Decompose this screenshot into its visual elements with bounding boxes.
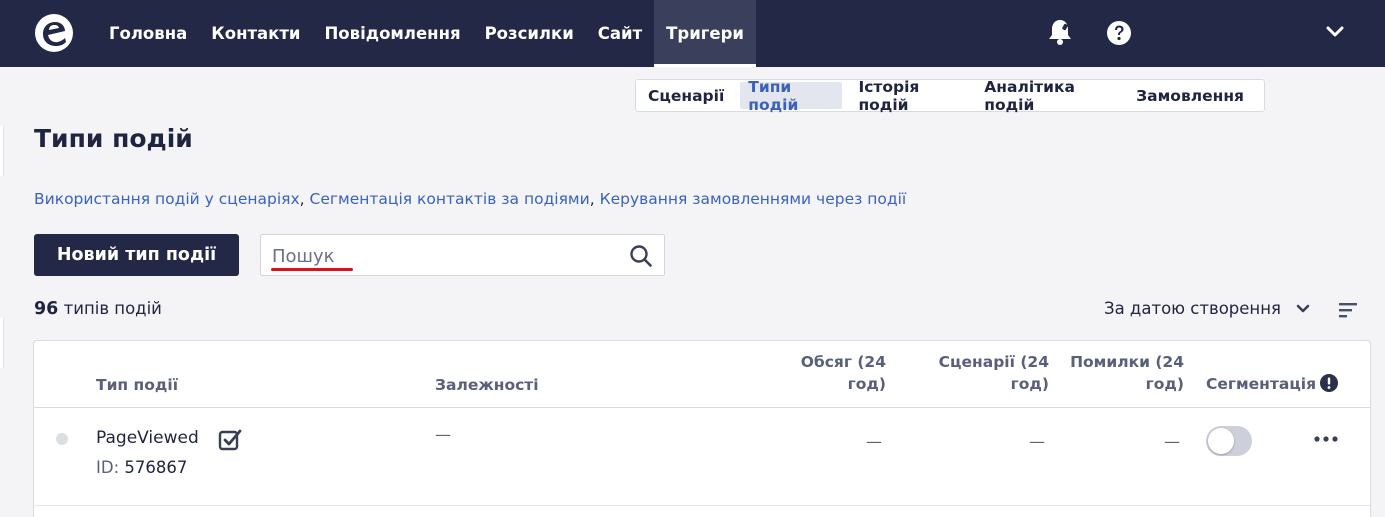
- sort-lines-icon[interactable]: [1339, 302, 1357, 318]
- sort-label: За датою створення: [1104, 299, 1281, 318]
- info-icon[interactable]: [1320, 374, 1339, 392]
- column-header-scenarios[interactable]: Сценарії (24 год): [929, 351, 1049, 395]
- event-name[interactable]: PageViewed: [96, 428, 199, 448]
- logo-icon[interactable]: [33, 12, 75, 54]
- volume-cell: —: [866, 432, 882, 451]
- search-input[interactable]: [272, 243, 622, 269]
- left-edge-panel: [0, 126, 4, 176]
- page-title: Типи подій: [34, 124, 193, 153]
- event-type-count: 96 типів подій: [34, 299, 162, 319]
- event-id-value: 576867: [124, 458, 188, 477]
- column-header-event-type[interactable]: Тип події: [96, 374, 178, 396]
- nav-item-triggers[interactable]: Тригери: [654, 0, 756, 67]
- nav-item-site[interactable]: Сайт: [586, 0, 654, 67]
- column-header-volume[interactable]: Обсяг (24 год): [786, 351, 886, 395]
- triggers-subtabs: Сценарії Типи подій Історія подій Аналіт…: [635, 78, 1265, 114]
- segmentation-toggle[interactable]: [1206, 426, 1252, 456]
- dependencies-cell: —: [435, 425, 451, 444]
- tab-event-types[interactable]: Типи подій: [740, 78, 843, 114]
- nav-item-home[interactable]: Головна: [97, 0, 199, 67]
- new-event-type-button[interactable]: Новий тип події: [34, 234, 239, 276]
- column-header-errors[interactable]: Помилки (24 год): [1064, 351, 1184, 395]
- event-id-label: ID:: [96, 458, 120, 477]
- column-header-segmentation: Сегментація: [1206, 373, 1339, 395]
- search-box: [260, 234, 665, 276]
- header-divider: [34, 407, 1370, 408]
- header-line: Сценарії (24: [938, 353, 1049, 371]
- event-id: ID: 576867: [96, 458, 187, 477]
- top-navigation-bar: Головна Контакти Повідомлення Розсилки С…: [0, 0, 1385, 67]
- tab-orders[interactable]: Замовлення: [1128, 82, 1252, 109]
- header-line: Обсяг (24: [800, 353, 886, 371]
- search-underline-mark: [271, 268, 353, 271]
- nav-item-messages[interactable]: Повідомлення: [313, 0, 473, 67]
- more-icon[interactable]: [1312, 433, 1340, 445]
- row-divider: [34, 505, 1370, 506]
- nav-item-mailings[interactable]: Розсилки: [473, 0, 586, 67]
- count-suffix: типів подій: [63, 299, 162, 318]
- tab-event-history[interactable]: Історія подій: [850, 78, 968, 114]
- scenarios-cell: —: [1029, 432, 1045, 451]
- link-segmentation-by-events[interactable]: Сегментація контактів за подіями: [310, 190, 590, 208]
- tab-event-analytics[interactable]: Аналітика подій: [976, 78, 1120, 114]
- event-types-table: Тип події Залежності Обсяг (24 год) Сцен…: [33, 340, 1371, 517]
- header-line: Помилки (24: [1070, 353, 1184, 371]
- chevron-down-icon[interactable]: [1325, 24, 1345, 40]
- tab-scenarios[interactable]: Сценарії: [640, 82, 732, 109]
- link-separator: ,: [589, 190, 600, 208]
- link-separator: ,: [299, 190, 310, 208]
- toggle-knob: [1208, 428, 1234, 454]
- help-links: Використання подій у сценаріях, Сегмента…: [34, 190, 906, 208]
- checkbox-icon[interactable]: [218, 428, 242, 452]
- sort-dropdown[interactable]: За датою створення: [1104, 299, 1311, 318]
- nav-item-contacts[interactable]: Контакти: [199, 0, 312, 67]
- link-events-in-scenarios[interactable]: Використання подій у сценаріях: [34, 190, 300, 208]
- bell-icon[interactable]: [1047, 18, 1073, 46]
- header-line: год): [1010, 375, 1049, 393]
- header-line: год): [847, 375, 886, 393]
- header-line: год): [1145, 375, 1184, 393]
- count-number: 96: [34, 299, 59, 319]
- left-edge-panel: [0, 318, 4, 368]
- segmentation-header-label: Сегментація: [1206, 375, 1317, 393]
- errors-cell: —: [1164, 432, 1180, 451]
- help-icon[interactable]: [1106, 20, 1132, 46]
- column-header-dependencies: Залежності: [435, 376, 539, 394]
- link-orders-via-events[interactable]: Керування замовленнями через події: [600, 190, 907, 208]
- status-dot: [56, 433, 68, 445]
- chevron-down-icon: [1296, 304, 1310, 312]
- main-nav: Головна Контакти Повідомлення Розсилки С…: [97, 0, 756, 67]
- search-icon[interactable]: [629, 244, 653, 268]
